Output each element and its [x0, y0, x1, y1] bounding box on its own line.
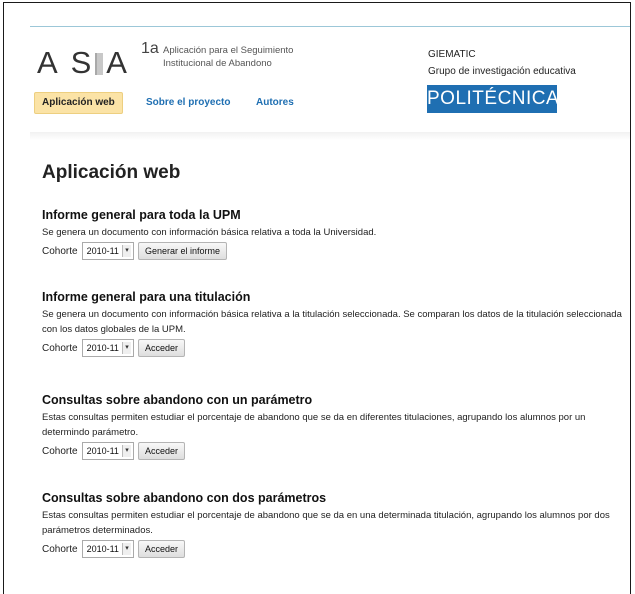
generar-informe-button[interactable]: Generar el informe — [137, 242, 227, 260]
cohort-select-value: 2010-11 — [86, 446, 119, 456]
nav-item-autores[interactable]: Autores — [256, 92, 294, 114]
cohort-select[interactable]: 2010-11 ▾ — [81, 442, 134, 460]
cohort-label: Cohorte — [42, 245, 78, 257]
cohort-label: Cohorte — [42, 342, 78, 354]
cohort-label: Cohorte — [42, 445, 78, 457]
logo-superscript: 1a — [141, 40, 159, 57]
section-consultas-dos-parametros: Consultas sobre abandono con dos parámet… — [42, 491, 627, 558]
cohort-select[interactable]: 2010-11 ▾ — [81, 339, 134, 357]
page-title: Aplicación web — [42, 162, 181, 183]
section-description: Estas consultas permiten estudiar el por… — [42, 412, 586, 438]
cohort-row: Cohorte 2010-11 ▾ Acceder — [42, 540, 627, 558]
section-informe-general-upm: Informe general para toda la UPM Se gene… — [42, 208, 627, 260]
cohort-select-value: 2010-11 — [86, 343, 119, 353]
cohort-select[interactable]: 2010-11 ▾ — [81, 540, 134, 558]
chevron-down-icon: ▾ — [121, 445, 131, 457]
section-description: Se genera un documento con información b… — [42, 227, 377, 238]
section-title: Informe general para una titulación — [42, 290, 251, 304]
logo-description: Aplicación para el Seguimiento Instituci… — [163, 45, 294, 69]
chevron-down-icon: ▾ — [121, 342, 131, 354]
cohort-select-value: 2010-11 — [86, 246, 119, 256]
org-name: GIEMATIC — [428, 49, 476, 60]
cohort-select-value: 2010-11 — [86, 544, 119, 554]
acceder-button[interactable]: Acceder — [137, 339, 185, 357]
cohort-label: Cohorte — [42, 543, 78, 555]
nav-item-aplicacion-web[interactable]: Aplicación web — [34, 92, 123, 114]
cohort-row: Cohorte 2010-11 ▾ Acceder — [42, 442, 627, 460]
app-logo[interactable]: A SA — [37, 45, 130, 81]
header-top-rule — [30, 26, 630, 27]
section-title: Informe general para toda la UPM — [42, 208, 241, 222]
chevron-down-icon: ▾ — [121, 245, 131, 257]
nav-item-sobre-el-proyecto[interactable]: Sobre el proyecto — [146, 92, 230, 114]
section-consultas-un-parametro: Consultas sobre abandono con un parámetr… — [42, 393, 627, 460]
chevron-down-icon: ▾ — [121, 543, 131, 555]
section-description: Se genera un documento con información b… — [42, 309, 622, 335]
section-informe-titulacion: Informe general para una titulación Se g… — [42, 290, 627, 357]
cohort-select[interactable]: 2010-11 ▾ — [81, 242, 134, 260]
section-title: Consultas sobre abandono con un parámetr… — [42, 393, 313, 407]
cohort-row: Cohorte 2010-11 ▾ Generar el informe — [42, 242, 627, 260]
university-logo[interactable]: POLITÉCNICA — [427, 85, 559, 113]
cohort-row: Cohorte 2010-11 ▾ Acceder — [42, 339, 627, 357]
acceder-button[interactable]: Acceder — [137, 442, 185, 460]
section-description: Estas consultas permiten estudiar el por… — [42, 510, 610, 536]
org-subtitle: Grupo de investigación educativa — [428, 66, 576, 77]
section-title: Consultas sobre abandono con dos parámet… — [42, 491, 327, 505]
header-divider — [30, 132, 630, 140]
acceder-button[interactable]: Acceder — [137, 540, 185, 558]
logo-bar-mark — [95, 53, 104, 75]
